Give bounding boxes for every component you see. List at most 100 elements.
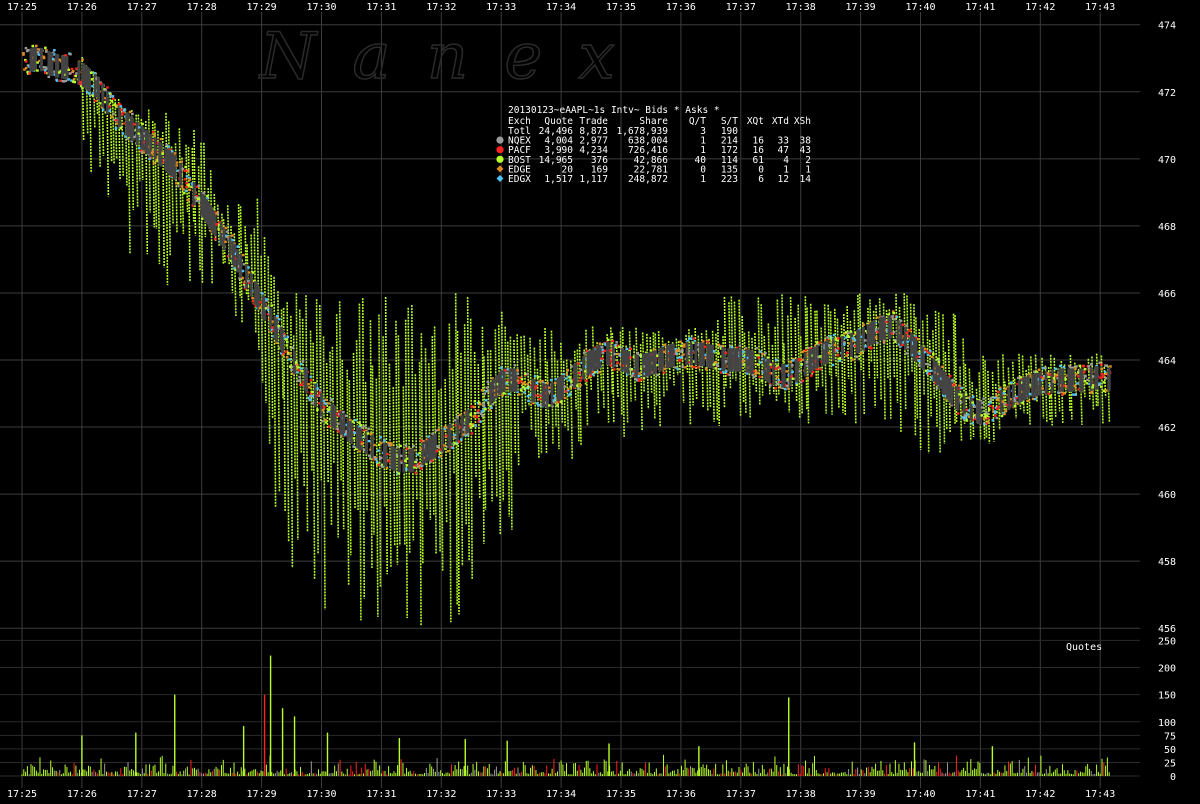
- spread-bar: [275, 318, 279, 343]
- bost-spike: [875, 305, 879, 379]
- bost-spike: [448, 323, 452, 623]
- quote-dot: [615, 341, 618, 344]
- quote-dot: [1083, 368, 1087, 371]
- x-tick-label: 17:38: [786, 789, 816, 800]
- quote-dot: [564, 377, 568, 380]
- bost-spike: [437, 390, 441, 553]
- quote-dot: [684, 366, 687, 369]
- spread-bar: [694, 341, 698, 366]
- quote-dot: [327, 425, 331, 428]
- bost-spike: [804, 296, 808, 410]
- spread-bar: [358, 427, 362, 451]
- quote-dot: [928, 363, 932, 366]
- quote-dot: [414, 471, 418, 475]
- bost-spike: [895, 293, 899, 403]
- quote-dot: [836, 347, 840, 350]
- quote-dot: [491, 403, 495, 406]
- bost-spike: [382, 336, 386, 508]
- x-tick-label: 17:35: [606, 2, 636, 13]
- quote-dot: [311, 394, 314, 398]
- quote-dot: [584, 370, 587, 373]
- quote-dot: [1100, 363, 1103, 366]
- x-tick-label: 17:42: [1025, 789, 1055, 800]
- quote-dot: [1048, 373, 1052, 376]
- quote-dot: [285, 340, 289, 344]
- quote-dot: [981, 406, 984, 409]
- legend-cell: 12: [778, 174, 789, 185]
- quote-dot: [538, 394, 542, 397]
- quote-dot: [1082, 364, 1085, 368]
- quote-dot: [906, 340, 910, 343]
- quote-dot: [1062, 365, 1066, 369]
- quote-dot: [53, 49, 56, 52]
- quote-dot: [64, 54, 68, 57]
- x-tick-label: 17:27: [127, 2, 157, 13]
- quote-dot: [853, 344, 857, 348]
- quote-dot: [213, 237, 217, 241]
- x-tick-label: 17:27: [127, 789, 157, 800]
- quote-dot: [864, 345, 867, 348]
- bost-spike: [341, 359, 345, 530]
- quote-dot: [577, 387, 580, 390]
- quote-dot: [1013, 399, 1017, 402]
- quote-dot: [472, 415, 476, 418]
- quote-dot: [439, 448, 442, 451]
- quote-dot: [318, 389, 322, 392]
- quote-dot: [108, 109, 112, 112]
- spread-bar: [665, 344, 669, 369]
- quote-dot: [638, 372, 641, 375]
- quote-dot: [997, 398, 1000, 402]
- x-tick-label: 17:38: [786, 2, 816, 13]
- quote-dot: [457, 440, 461, 443]
- quote-dot: [47, 75, 51, 79]
- quote-dot: [791, 377, 795, 380]
- bost-spike: [585, 329, 589, 427]
- spread-bar: [857, 329, 861, 353]
- quote-dot: [844, 331, 848, 334]
- quote-dot: [936, 357, 940, 360]
- quote-dot: [182, 191, 186, 195]
- spread-bar: [489, 381, 493, 406]
- quote-dot: [37, 53, 41, 56]
- quote-dot: [490, 406, 493, 409]
- quote-dot: [1086, 378, 1089, 382]
- quote-dot: [360, 426, 364, 429]
- quote-dot: [453, 419, 457, 422]
- spread-bar: [626, 350, 630, 375]
- quote-dot: [689, 337, 693, 340]
- quote-dot: [738, 344, 742, 347]
- quote-dot: [418, 465, 421, 468]
- quote-dot: [1053, 380, 1057, 383]
- quote-dot: [1100, 367, 1104, 371]
- quote-dot: [101, 108, 105, 111]
- quote-dot: [1102, 389, 1106, 393]
- bost-spike: [384, 296, 388, 575]
- spread-bar: [1071, 368, 1075, 392]
- x-tick-label: 17:43: [1085, 789, 1115, 800]
- x-tick-label: 17:29: [247, 2, 277, 13]
- quote-dot: [845, 354, 849, 357]
- quote-dot: [568, 376, 572, 379]
- bost-spike: [723, 296, 727, 388]
- quote-dot: [363, 425, 366, 428]
- quote-dot: [132, 123, 136, 126]
- quote-dot: [570, 365, 573, 368]
- quote-dot: [291, 346, 294, 349]
- spread-bar: [239, 254, 243, 278]
- quote-dot: [419, 439, 423, 442]
- spread-bar: [29, 48, 33, 72]
- quote-dot: [516, 379, 520, 382]
- spread-bar: [1107, 367, 1111, 392]
- quote-dot: [895, 315, 899, 319]
- quote-dot: [980, 414, 984, 417]
- x-tick-label: 17:33: [486, 2, 516, 13]
- spread-bar: [424, 439, 428, 464]
- spread-bar: [502, 368, 506, 392]
- quote-dot: [995, 416, 999, 420]
- quote-dot: [548, 386, 551, 389]
- quote-dot: [484, 399, 488, 402]
- spread-bar: [689, 341, 693, 366]
- quote-dot: [67, 68, 71, 72]
- quote-dot: [722, 371, 725, 374]
- bost-spike: [167, 121, 171, 256]
